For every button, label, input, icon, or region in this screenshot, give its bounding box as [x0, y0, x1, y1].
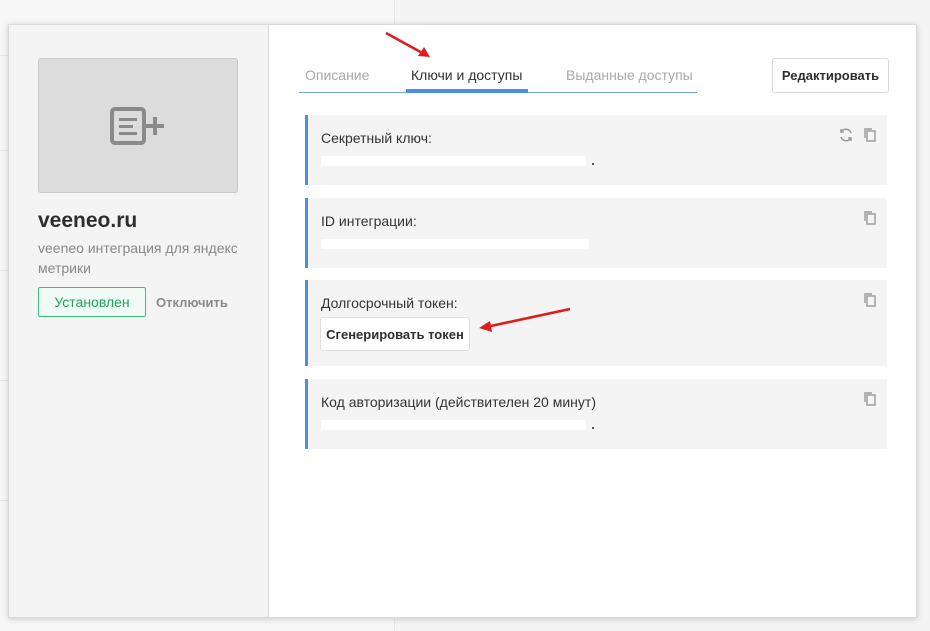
tab-issued-access[interactable]: Выданные доступы: [566, 67, 693, 83]
copy-icon[interactable]: [862, 210, 878, 226]
auth-code-card: Код авторизации (действителен 20 минут): [305, 379, 887, 449]
add-list-icon: [110, 106, 164, 145]
secret-key-value-hidden: [321, 156, 586, 166]
refresh-icon[interactable]: [838, 127, 854, 143]
copy-icon[interactable]: [862, 292, 878, 308]
disable-link[interactable]: Отключить: [156, 295, 228, 310]
app-description: veeneo интеграция для яндекс метрики: [38, 240, 238, 276]
long-token-title: Долгосрочный токен:: [321, 295, 458, 311]
secret-key-title: Секретный ключ:: [321, 130, 432, 146]
installed-button[interactable]: Установлен: [38, 287, 146, 317]
app-thumbnail: [38, 58, 238, 193]
edit-button[interactable]: Редактировать: [772, 58, 889, 93]
generate-token-button[interactable]: Сгенерировать токен: [320, 317, 470, 351]
auth-code-value-hidden: [321, 420, 586, 430]
tab-description[interactable]: Описание: [305, 67, 369, 83]
auth-code-title: Код авторизации (действителен 20 минут): [321, 394, 596, 410]
integration-id-card: ID интеграции:: [305, 198, 887, 268]
tab-bar: Описание Ключи и доступы Выданные доступ…: [299, 63, 697, 93]
app-name: veeneo.ru: [38, 209, 138, 232]
copy-icon[interactable]: [862, 391, 878, 407]
integration-id-title: ID интеграции:: [321, 213, 417, 229]
integration-modal: veeneo.ru veeneo интеграция для яндекс м…: [8, 24, 917, 618]
masked-fragment: [592, 163, 594, 165]
tab-keys-access[interactable]: Ключи и доступы: [411, 67, 522, 83]
copy-icon[interactable]: [862, 127, 878, 143]
app-sidebar: veeneo.ru veeneo интеграция для яндекс м…: [9, 25, 269, 617]
active-tab-indicator: [406, 89, 528, 93]
long-token-card: Долгосрочный токен: Сгенерировать токен: [305, 280, 887, 366]
integration-id-value-hidden: [321, 239, 589, 249]
masked-fragment: [592, 427, 594, 429]
secret-key-card: Секретный ключ:: [305, 115, 887, 185]
